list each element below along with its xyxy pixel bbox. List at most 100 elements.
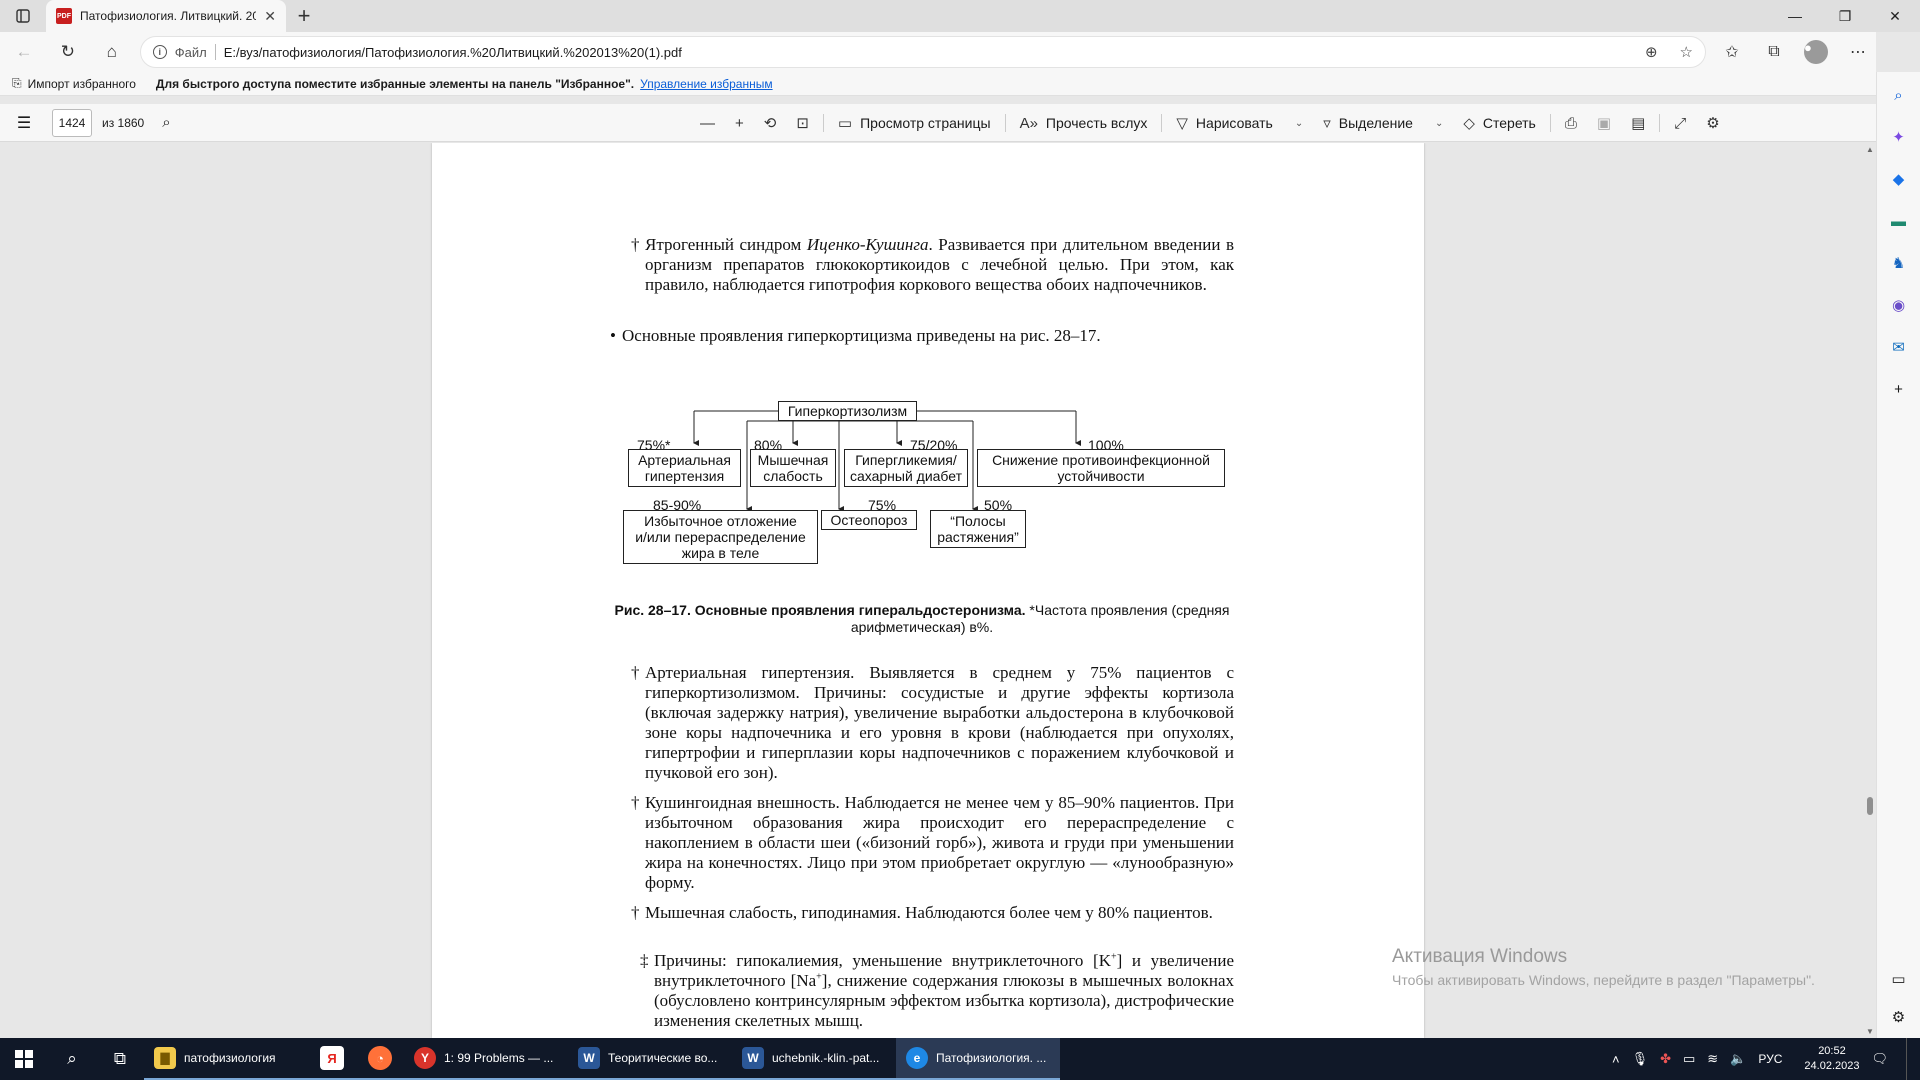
pdf-toolbar: ☰ 1424 из 1860 ⌕ — + ⟲ ⊡ ▭ Просмотр стран… xyxy=(0,104,1876,142)
sidebar-settings-button[interactable]: ⚙ xyxy=(1888,1006,1910,1028)
arrow-left-icon: ← xyxy=(15,42,33,61)
scroll-up-arrow-icon[interactable]: ▲ xyxy=(1866,145,1874,154)
sidebar-games-button[interactable]: ♞ xyxy=(1888,252,1910,274)
notification-icon[interactable]: 🗨 xyxy=(1871,1051,1888,1067)
sidebar-copilot-button[interactable]: ✦ xyxy=(1888,126,1910,148)
minus-icon: — xyxy=(700,114,715,132)
page-number-input[interactable]: 1424 xyxy=(52,108,92,137)
clock[interactable]: 20:52 24.02.2023 xyxy=(1804,1044,1859,1074)
search-icon[interactable]: ⌕ xyxy=(162,114,170,131)
taskbar-app-edge[interactable]: e Патофизиология. ... xyxy=(896,1038,1060,1080)
fullscreen-button[interactable]: ⤢ xyxy=(1664,104,1696,142)
save-as-button[interactable]: ▤ xyxy=(1621,104,1655,142)
network-icon[interactable]: ▭ xyxy=(1683,1051,1695,1067)
sidebar-hide-button[interactable]: ▭ xyxy=(1888,968,1910,990)
erase-button[interactable]: ◇ Стереть xyxy=(1453,104,1546,142)
chevron-down-icon[interactable]: ⌄ xyxy=(1435,118,1443,129)
collections-button[interactable]: ⧉ xyxy=(1756,36,1792,68)
minimize-button[interactable]: — xyxy=(1770,0,1820,32)
favorites-button[interactable]: ✩ xyxy=(1714,36,1750,68)
sidebar-search-button[interactable]: ⌕ xyxy=(1888,84,1910,106)
divider xyxy=(1549,114,1551,132)
table-of-contents-button[interactable]: ☰ xyxy=(4,113,44,133)
close-window-button[interactable]: ✕ xyxy=(1870,0,1920,32)
bullet-marker: ‡ xyxy=(640,951,649,970)
taskbar-app-label: Теоритические во... xyxy=(608,1051,718,1065)
diagram-node-hyperglycemia: Гипергликемия/сахарный диабет xyxy=(844,449,968,487)
paragraph-text: Ятрогенный синдром xyxy=(645,235,807,254)
tag-icon: ◆ xyxy=(1892,171,1905,188)
pdf-tools: — + ⟲ ⊡ ▭ Просмотр страницы A» Прочесть вс… xyxy=(690,104,1730,142)
node-label: Остеопороз xyxy=(830,512,908,528)
taskbar-app-word-2[interactable]: W uchebnik.-klin.-pat... xyxy=(732,1038,896,1080)
page-view-button[interactable]: ▭ Просмотр страницы xyxy=(828,104,1001,142)
pdf-viewport[interactable]: † Ятрогенный синдром Иценко-Кушинга. Разв… xyxy=(0,143,1876,1038)
clock-time: 20:52 xyxy=(1818,1045,1846,1057)
node-label: Артериальная xyxy=(638,452,731,468)
node-label: и/или перераспределение xyxy=(635,529,806,545)
save-as-icon: ▤ xyxy=(1631,115,1646,132)
pdf-file-icon: PDF xyxy=(56,8,72,24)
zoom-icon[interactable]: ⊕ xyxy=(1645,43,1658,61)
app-tray-icon[interactable]: ✤ xyxy=(1660,1051,1671,1067)
task-view-button[interactable]: ⧉ xyxy=(96,1038,144,1080)
home-button[interactable]: ⌂ xyxy=(92,36,132,68)
microphone-icon[interactable]: 🎙 xyxy=(1632,1051,1649,1067)
wifi-icon[interactable]: ≋ xyxy=(1707,1051,1718,1067)
print-button[interactable]: ⎙ xyxy=(1555,104,1587,142)
node-label: Гипергликемия/ xyxy=(855,452,957,468)
manage-favorites-link[interactable]: Управление избранным xyxy=(640,77,772,91)
sidebar-add-button[interactable]: + xyxy=(1888,378,1910,400)
yandex-icon: Я xyxy=(320,1046,344,1070)
chevron-up-icon[interactable]: ˄ xyxy=(1612,1052,1620,1067)
close-tab-icon[interactable]: ✕ xyxy=(264,8,276,25)
start-button[interactable] xyxy=(0,1038,48,1080)
taskbar-app-yandex-browser[interactable]: Y 1: 99 Problems — ... xyxy=(404,1038,568,1080)
draw-label: Нарисовать xyxy=(1195,115,1273,131)
tab-actions-button[interactable] xyxy=(0,0,46,32)
sidebar-shopping-button[interactable]: ◆ xyxy=(1888,168,1910,190)
scroll-thumb[interactable] xyxy=(1867,797,1873,815)
taskbar-app-explorer[interactable]: ▇ патофизиология xyxy=(144,1038,308,1080)
show-desktop-button[interactable] xyxy=(1906,1038,1912,1080)
info-icon[interactable]: i xyxy=(152,45,167,59)
window-controls: — ❐ ✕ xyxy=(1770,0,1920,32)
language-indicator[interactable]: РУС xyxy=(1758,1052,1782,1066)
scroll-down-arrow-icon[interactable]: ▼ xyxy=(1866,1027,1874,1036)
draw-button[interactable]: ▽ Нарисовать ⌄ xyxy=(1166,104,1313,142)
refresh-icon: ↻ xyxy=(60,42,75,61)
read-aloud-button[interactable]: A» Прочесть вслух xyxy=(1010,104,1158,142)
bullet-marker: • xyxy=(610,326,616,345)
pdf-settings-button[interactable]: ⚙ xyxy=(1696,104,1729,142)
back-button[interactable]: ← xyxy=(4,36,44,68)
profile-button[interactable]: ● xyxy=(1798,36,1834,68)
browser-tab[interactable]: PDF Патофизиология. Литвицкий. 2013 ✕ xyxy=(46,0,286,32)
sidebar-tools-button[interactable]: ▬ xyxy=(1888,210,1910,232)
new-tab-button[interactable]: + xyxy=(286,0,322,32)
chevron-down-icon[interactable]: ⌄ xyxy=(1295,118,1303,129)
vertical-scrollbar[interactable]: ▲ ▼ xyxy=(1864,143,1876,1038)
settings-menu-button[interactable]: ⋯ xyxy=(1840,36,1876,68)
caption-bold: Рис. 28–17. Основные проявления гипераль… xyxy=(614,602,1026,618)
erase-label: Стереть xyxy=(1482,115,1536,131)
sidebar-outlook-button[interactable]: ✉ xyxy=(1888,336,1910,358)
tab-title: Патофизиология. Литвицкий. 2013 xyxy=(80,9,257,23)
highlight-button[interactable]: ▿ Выделение ⌄ xyxy=(1313,104,1453,142)
taskbar-app-word-1[interactable]: W Теоритические во... xyxy=(568,1038,732,1080)
add-favorite-icon[interactable]: ☆ xyxy=(1680,43,1693,61)
refresh-button[interactable]: ↻ xyxy=(48,36,88,68)
zoom-in-button[interactable]: + xyxy=(725,104,754,142)
address-bar[interactable]: i Файл E:/вуз/патофизиология/Патофизиоло… xyxy=(139,36,1706,68)
maximize-button[interactable]: ❐ xyxy=(1820,0,1870,32)
url-text[interactable]: E:/вуз/патофизиология/Патофизиология.%20… xyxy=(224,45,1623,60)
zoom-out-button[interactable]: — xyxy=(690,104,725,142)
fit-page-button[interactable]: ⊡ xyxy=(786,104,819,142)
save-button[interactable]: ▣ xyxy=(1587,104,1621,142)
taskbar-app-firefox[interactable]: ◔ xyxy=(356,1038,404,1080)
taskbar-app-yandex[interactable]: Я xyxy=(308,1038,356,1080)
sidebar-office-button[interactable]: ◉ xyxy=(1888,294,1910,316)
taskbar-search-button[interactable]: ⌕ xyxy=(48,1038,96,1080)
rotate-button[interactable]: ⟲ xyxy=(754,104,787,142)
speaker-icon[interactable]: 🔈 xyxy=(1730,1051,1746,1067)
import-favorites-link[interactable]: Импорт избранного xyxy=(28,77,136,91)
